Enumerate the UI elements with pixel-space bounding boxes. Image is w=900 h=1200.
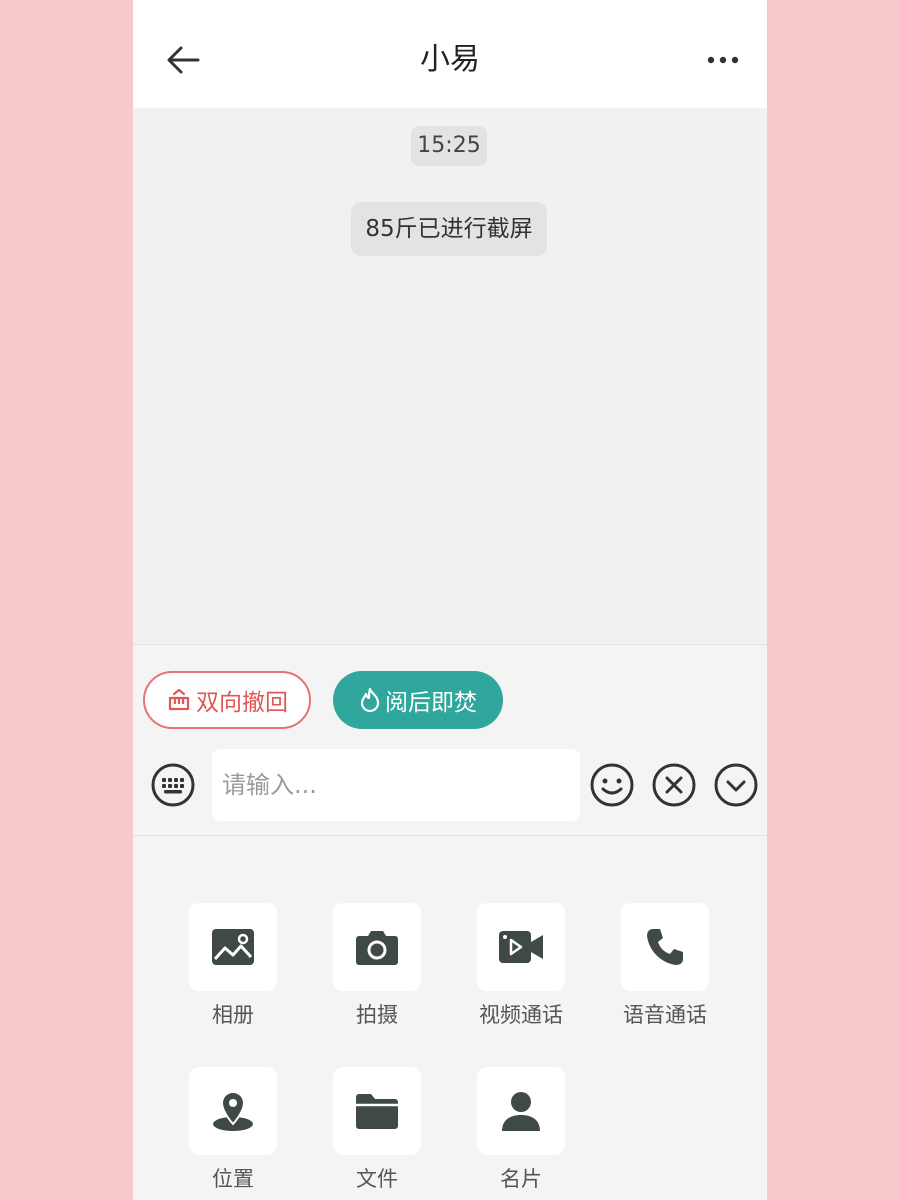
contact-card-icon bbox=[502, 1092, 540, 1131]
tool-label: 位置 bbox=[212, 1167, 254, 1191]
keyboard-toggle-button[interactable] bbox=[151, 763, 195, 807]
header-bar: 小易 bbox=[133, 0, 767, 108]
folder-icon bbox=[356, 1094, 398, 1129]
chat-title: 小易 bbox=[420, 42, 480, 77]
keyboard-icon bbox=[151, 763, 195, 807]
video-call-icon bbox=[499, 931, 543, 963]
tool-label: 文件 bbox=[356, 1167, 398, 1191]
input-panel: 双向撤回 阅后即焚 请输入... 相册 拍摄 视频通话 语音通话 位置 文件 名… bbox=[133, 644, 767, 1200]
recall-icon bbox=[166, 688, 192, 712]
chat-screen: 小易 15:25 85斤已进行截屏 双向撤回 阅后即焚 请输入... 相册 拍摄… bbox=[133, 0, 767, 1200]
emoji-button[interactable] bbox=[590, 763, 634, 807]
message-list[interactable]: 15:25 85斤已进行截屏 bbox=[133, 108, 767, 644]
location-icon bbox=[213, 1090, 253, 1131]
more-button[interactable] bbox=[703, 40, 743, 80]
tool-voice-call[interactable]: 语音通话 bbox=[605, 903, 725, 1029]
more-dots-icon bbox=[707, 56, 739, 64]
tool-location[interactable]: 位置 bbox=[173, 1067, 293, 1193]
recall-label: 双向撤回 bbox=[196, 690, 288, 716]
image-icon bbox=[212, 929, 254, 965]
tool-label: 名片 bbox=[500, 1167, 542, 1191]
system-message: 85斤已进行截屏 bbox=[351, 202, 547, 256]
chevron-down-icon bbox=[714, 763, 758, 807]
timestamp-badge: 15:25 bbox=[411, 126, 487, 166]
burn-after-reading-button[interactable]: 阅后即焚 bbox=[333, 671, 503, 729]
tool-video-call[interactable]: 视频通话 bbox=[461, 903, 581, 1029]
tool-label: 相册 bbox=[212, 1003, 254, 1027]
tool-label: 拍摄 bbox=[356, 1003, 398, 1027]
divider bbox=[133, 835, 767, 836]
clear-button[interactable] bbox=[652, 763, 696, 807]
collapse-button[interactable] bbox=[714, 763, 758, 807]
tool-label: 语音通话 bbox=[623, 1003, 707, 1027]
smile-icon bbox=[590, 763, 634, 807]
tool-camera[interactable]: 拍摄 bbox=[317, 903, 437, 1029]
close-circle-icon bbox=[652, 763, 696, 807]
tool-contact-card[interactable]: 名片 bbox=[461, 1067, 581, 1193]
two-way-recall-button[interactable]: 双向撤回 bbox=[143, 671, 311, 729]
phone-icon bbox=[647, 929, 683, 965]
camera-icon bbox=[356, 931, 398, 965]
tool-file[interactable]: 文件 bbox=[317, 1067, 437, 1193]
message-input[interactable] bbox=[212, 749, 580, 821]
tool-album[interactable]: 相册 bbox=[173, 903, 293, 1029]
fire-icon bbox=[359, 687, 381, 713]
tool-label: 视频通话 bbox=[479, 1003, 563, 1027]
burn-label: 阅后即焚 bbox=[385, 690, 477, 716]
